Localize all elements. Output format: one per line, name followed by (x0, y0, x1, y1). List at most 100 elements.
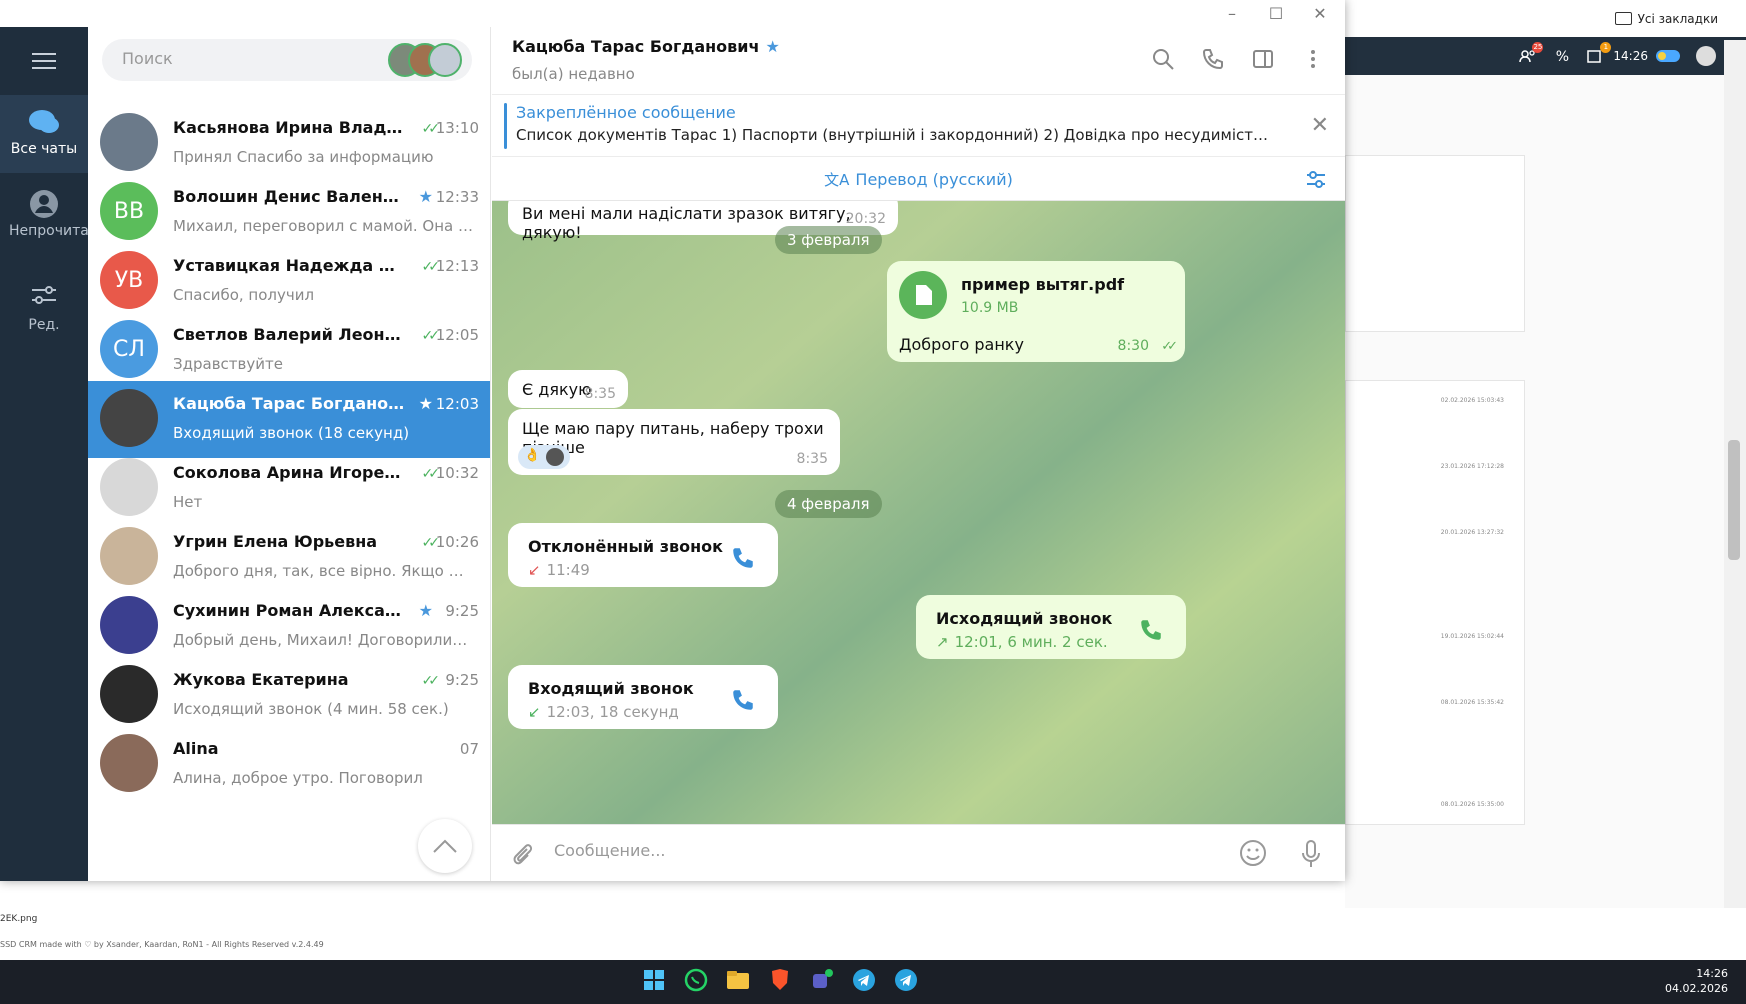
chat-name: Волошин Денис Валентино... (173, 187, 405, 206)
attach-icon[interactable] (510, 841, 534, 867)
call-title: Отклонённый звонок (528, 537, 724, 556)
crm-footer: 2EK.png SSD CRM made with ♡ by Xsander, … (0, 908, 1746, 960)
crm-panel: 02.02.2026 15:03:43 23.01.2026 17:12:28 … (1345, 75, 1746, 960)
more-icon[interactable] (1301, 47, 1325, 71)
taskbar-date: 04.02.2026 (1665, 982, 1728, 995)
close-window-icon[interactable]: ✕ (1310, 4, 1330, 24)
phone-icon[interactable] (730, 545, 756, 571)
chat-header[interactable]: Кацюба Тарас Богданович ★ был(а) недавно (492, 27, 1345, 95)
users-icon[interactable]: 25 (1519, 42, 1544, 63)
avatar (100, 734, 158, 792)
whatsapp-icon[interactable] (682, 966, 710, 994)
file-explorer-icon[interactable] (724, 966, 752, 994)
avatar (100, 389, 158, 447)
chat-time: 9:25 (445, 602, 479, 620)
filename-label: 2EK.png (0, 914, 38, 924)
chat-name: Alina (173, 739, 219, 758)
chat-row[interactable]: Жукова Екатерина ✓✓ 9:25 Исходящий звонок (… (88, 657, 490, 734)
chat-row[interactable]: Касьянова Ирина Влади... ✓✓ 13:10 Принял Сп… (88, 105, 490, 182)
chat-row[interactable]: ВВ Волошин Денис Валентино... ★12:33 Михаил… (88, 174, 490, 251)
chat-row[interactable]: Соколова Арина Игоревна ✓✓ 10:32 Нет (88, 450, 490, 527)
history-date: 20.01.2026 13:27:32 (1440, 529, 1504, 536)
translate-settings-icon[interactable] (1305, 169, 1327, 189)
percent-icon[interactable]: % (1553, 49, 1571, 65)
chat-time: 10:26 (435, 533, 479, 551)
reactor-avatar (546, 448, 564, 466)
chat-title: Кацюба Тарас Богданович (512, 37, 760, 56)
call-missed-arrow-icon: ↙ (528, 561, 541, 579)
telegram-icon[interactable] (850, 966, 878, 994)
teams-icon[interactable] (808, 966, 836, 994)
stories-avatars[interactable] (388, 43, 466, 77)
taskbar-clock[interactable]: 14:26 04.02.2026 (1665, 966, 1728, 996)
folder-all-chats[interactable]: Все чаты (0, 95, 88, 173)
chat-name: Соколова Арина Игоревна (173, 463, 405, 482)
folder-edit[interactable]: Ред. (0, 277, 88, 341)
avatar (100, 458, 158, 516)
chat-row[interactable]: Угрин Елена Юрьевна ✓✓ 10:26 Доброго дня, т… (88, 519, 490, 596)
read-check-icon: ✓✓ (1161, 339, 1178, 354)
chat-row[interactable]: СЛ Светлов Валерий Леонидо... ✓✓12:05 Здрав… (88, 312, 490, 389)
chat-preview: Исходящий звонок (4 мин. 58 сек.) (173, 700, 449, 718)
windows-start-icon[interactable] (640, 966, 668, 994)
maximize-icon[interactable]: ☐ (1266, 4, 1286, 24)
chat-row[interactable]: УВ Уставицкая Надежда Влад... ✓✓12:13 Спаси… (88, 243, 490, 320)
chat-row[interactable]: Сухинин Роман Александро... ★ 9:25 Добрый д… (88, 588, 490, 665)
crm-field (1345, 100, 1530, 122)
emoji-icon[interactable] (1239, 839, 1267, 867)
chat-name: Кацюба Тарас Богданович (173, 394, 405, 413)
main-menu-button[interactable] (0, 27, 88, 95)
microphone-icon[interactable] (1299, 839, 1323, 869)
telegram-2-icon[interactable] (892, 966, 920, 994)
folder-unread[interactable]: Непрочитано (0, 179, 107, 267)
search-icon[interactable] (1151, 47, 1175, 71)
scroll-to-top-button[interactable] (418, 819, 472, 873)
chat-name: Сухинин Роман Александро... (173, 601, 405, 620)
avatar (100, 665, 158, 723)
translate-bar: 文A Перевод (русский) (492, 157, 1345, 201)
pinned-bar (504, 103, 507, 149)
page-scrollbar[interactable] (1724, 40, 1746, 960)
message-bubble[interactable]: Є дякую 8:35 (508, 370, 628, 408)
message-input[interactable] (554, 841, 1114, 860)
read-check-icon: ✓✓ (421, 259, 441, 275)
chat-row[interactable]: Alina 07 Алина, доброе утро. Поговорил (88, 726, 490, 803)
chat-row[interactable]: Кацюба Тарас Богданович ★ 12:03 Входящий зв… (88, 381, 490, 458)
bookmarks-label[interactable]: Усі закладки (1638, 12, 1718, 26)
call-message[interactable]: Отклонённый звонок ↙ 11:49 (508, 523, 778, 587)
phone-icon[interactable] (1138, 617, 1164, 643)
chat-name: Жукова Екатерина (173, 670, 349, 689)
minimize-icon[interactable]: – (1222, 4, 1242, 24)
star-icon: ★ (418, 601, 433, 620)
call-message[interactable]: Исходящий звонок ↗ 12:01, 6 мин. 2 сек. (916, 595, 1186, 659)
message-time: 8:35 (584, 386, 616, 402)
scrollbar-thumb[interactable] (1728, 440, 1740, 560)
sidebar-toggle-icon[interactable] (1251, 47, 1275, 71)
translate-label: Перевод (русский) (855, 170, 1013, 189)
call-outgoing-arrow-icon: ↗ (936, 633, 949, 651)
translate-button[interactable]: 文A Перевод (русский) (492, 169, 1345, 190)
message-text: Є дякую (522, 380, 592, 399)
crm-card (1345, 155, 1525, 332)
pinned-message[interactable]: Закреплённое сообщение Список документів… (492, 95, 1345, 157)
phone-icon[interactable] (730, 687, 756, 713)
avatar[interactable] (1696, 46, 1716, 66)
calendar-icon[interactable]: 1 (1587, 42, 1612, 63)
message-area[interactable]: Ви мені мали надіслати зразок витягу, дя… (492, 201, 1345, 824)
chat-time: 13:10 (435, 119, 479, 137)
reaction-chip[interactable]: 👌 (518, 445, 570, 469)
call-message[interactable]: Входящий звонок ↙ 12:03, 18 секунд (508, 665, 778, 729)
brave-icon[interactable] (766, 966, 794, 994)
call-title: Входящий звонок (528, 679, 694, 698)
message-bubble[interactable]: Ще маю пару питань, наберу трохи пізніше… (508, 409, 840, 475)
file-icon[interactable] (899, 271, 947, 319)
file-message[interactable]: пример вытяг.pdf 10.9 MB Доброго ранку 8… (887, 261, 1185, 362)
close-icon[interactable]: ✕ (1311, 113, 1329, 138)
folder-label: Все чаты (10, 141, 78, 157)
chat-name: Касьянова Ирина Влади... (173, 118, 405, 137)
theme-toggle[interactable] (1656, 50, 1680, 62)
phone-icon[interactable] (1201, 47, 1225, 71)
chat-time: 10:32 (435, 464, 479, 482)
chat-time: 07 (459, 740, 479, 758)
search-input[interactable] (122, 49, 362, 68)
